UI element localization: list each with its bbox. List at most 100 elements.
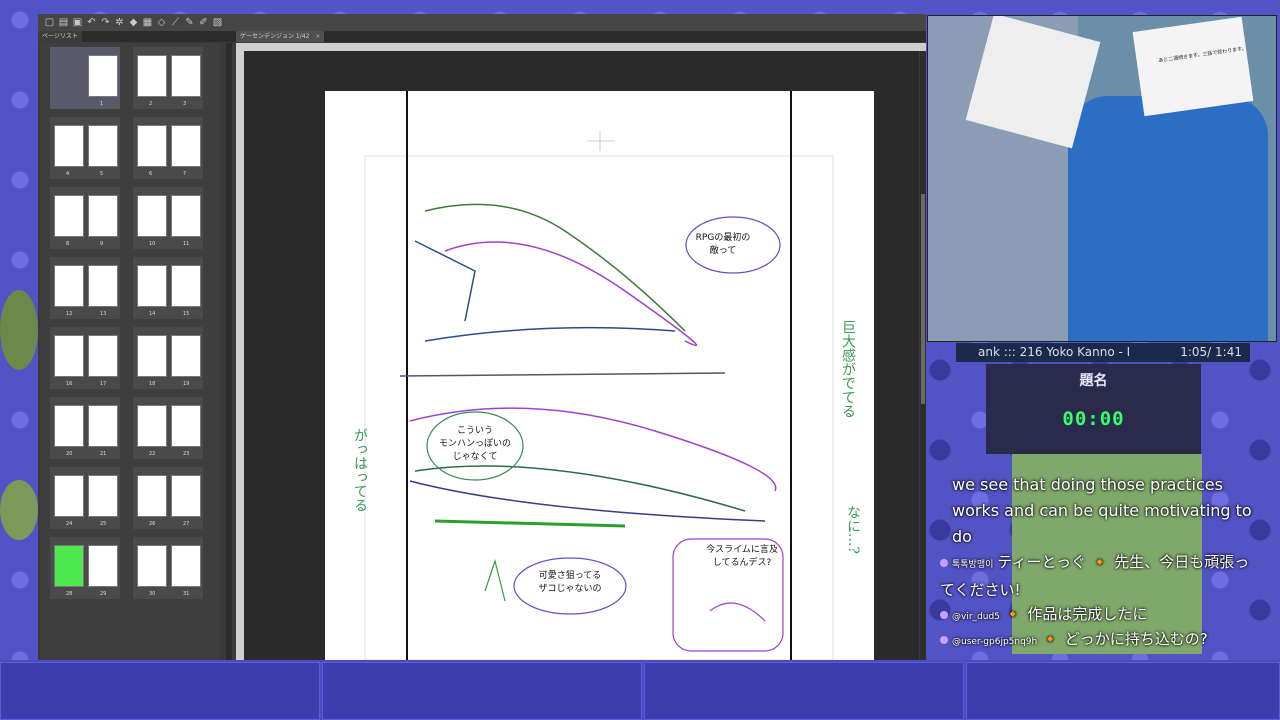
page-thumbnail[interactable] [88, 335, 118, 377]
tab-document[interactable]: ゲーセンデンジョン 1/42 × [236, 31, 325, 42]
timer-widget: 題名 00:00 [986, 364, 1201, 454]
tab-page-list[interactable]: ページリスト [38, 31, 82, 42]
page-thumbnail[interactable] [137, 195, 167, 237]
page-thumbnail[interactable] [88, 265, 118, 307]
page-thumbnail-pair[interactable]: 30 31 [133, 537, 203, 599]
page-thumbnail[interactable] [137, 475, 167, 517]
chat-username: @vir_dud5 [952, 612, 1000, 622]
page-number: 1 [100, 101, 104, 107]
stream-bottom-bar [0, 660, 1280, 720]
page-number: 15 [183, 311, 190, 317]
redo-icon[interactable]: ↷ [100, 17, 111, 28]
page-thumbnail[interactable] [88, 195, 118, 237]
page-thumbnail[interactable] [54, 545, 84, 587]
page-thumbnail-pair[interactable]: 16 17 [50, 327, 120, 389]
pen-icon[interactable]: ✎ [184, 17, 195, 28]
page-thumbnail-pair[interactable]: 45 [50, 117, 120, 179]
undo-icon[interactable]: ↶ [86, 17, 97, 28]
page-thumbnail[interactable] [54, 335, 84, 377]
tab-document-label: ゲーセンデンジョン 1/42 [240, 33, 310, 40]
avatar [940, 635, 948, 644]
webcam-person [1068, 96, 1268, 341]
page-thumbnail-pair[interactable]: 18 19 [133, 327, 203, 389]
close-tab-icon[interactable]: × [315, 33, 320, 40]
chat-message: @user-gp6jp5nq9h 🔸 どっかに持ち込むの? [940, 627, 1260, 655]
page-number: 27 [183, 521, 190, 527]
page-thumbnail[interactable] [54, 195, 84, 237]
page-thumbnail-pair[interactable]: 89 [50, 187, 120, 249]
page-thumbnail[interactable] [137, 125, 167, 167]
page-thumbnail[interactable] [171, 125, 201, 167]
select-icon[interactable]: ◇ [156, 17, 167, 28]
page-number: 21 [100, 451, 107, 457]
page-thumbnail[interactable] [88, 125, 118, 167]
webcam-held-paper [1132, 16, 1254, 117]
page-thumbnail-pair[interactable]: 10 11 [133, 187, 203, 249]
page-thumbnail-pair[interactable]: 28 29 [50, 537, 120, 599]
canvas-scrollbar-thumb[interactable] [921, 194, 925, 404]
page-thumbnail[interactable] [171, 335, 201, 377]
chat-text: 🔸 作品は完成したに [1003, 605, 1148, 623]
page-thumbnail[interactable] [171, 475, 201, 517]
page-list-scrollbar[interactable] [226, 43, 232, 660]
wolf-sketch-line [424, 326, 676, 342]
page-thumbnail[interactable] [171, 265, 201, 307]
page-thumbnail-pair[interactable]: 23 [133, 47, 203, 109]
chat-text: 🔸 どっかに持ち込むの? [1041, 630, 1208, 648]
page-list-panel: 1 2 3 4 5 6 7 8 9 10 11 12 13 14 15 16 17 18 19 20 21 22 23 24 2… [40, 43, 220, 660]
page-thumbnail[interactable] [171, 195, 201, 237]
page-thumbnail[interactable] [54, 475, 84, 517]
page-thumbnail-pair[interactable]: 26 27 [133, 467, 203, 529]
page-thumbnail[interactable] [54, 405, 84, 447]
now-playing-bar: ank ::: 216 Yoko Kanno - I 1:05/ 1:41 [956, 343, 1250, 362]
ruler-icon[interactable]: ⟋ [170, 17, 181, 28]
page-thumbnail-pair[interactable]: 22 23 [133, 397, 203, 459]
pen-alt-icon[interactable]: ✐ [198, 17, 209, 28]
avatar [940, 610, 948, 619]
page-thumbnail[interactable] [54, 125, 84, 167]
page-thumbnail-pair[interactable]: 1 [50, 47, 120, 109]
page-thumbnail-pair[interactable]: 20 21 [50, 397, 120, 459]
bottom-bar-panel [966, 662, 1280, 720]
settings-icon[interactable]: ✲ [114, 17, 125, 28]
panel-divider [399, 372, 726, 377]
save-icon[interactable]: ▣ [72, 17, 83, 28]
shape-icon[interactable]: ▧ [212, 17, 223, 28]
small-creature-sketch-line [484, 558, 506, 602]
page-thumbnail-pair[interactable]: 67 [133, 117, 203, 179]
page-thumbnail[interactable] [88, 475, 118, 517]
monster-sketch-line [414, 465, 746, 512]
page-thumbnail[interactable] [137, 265, 167, 307]
page-thumbnail[interactable] [137, 405, 167, 447]
page-thumbnail[interactable] [88, 405, 118, 447]
page-thumbnail-pair[interactable]: 12 13 [50, 257, 120, 319]
bubble-text-line: 今スライムに言及 [706, 545, 778, 555]
page-thumbnail[interactable] [137, 545, 167, 587]
page-thumbnail[interactable] [171, 55, 201, 97]
fill-icon[interactable]: ◆ [128, 17, 139, 28]
open-file-icon[interactable]: ▤ [58, 17, 69, 28]
page-thumbnail[interactable] [54, 265, 84, 307]
bottom-bar-panel [644, 662, 964, 720]
page-number: 25 [100, 521, 107, 527]
new-file-icon[interactable]: ▢ [44, 17, 55, 28]
page-thumbnail[interactable] [88, 545, 118, 587]
page-number: 20 [66, 451, 73, 457]
page-thumbnail[interactable] [137, 335, 167, 377]
bubble-text-line: してるんデス? [712, 558, 772, 568]
page-thumbnail-pair[interactable]: 24 25 [50, 467, 120, 529]
page-thumbnail[interactable] [137, 55, 167, 97]
chat-message: 톡톡방맹이 ティーとっぐ 🔸 先生、今日も頑張ってください! [940, 550, 1260, 603]
page-number: 9 [100, 241, 104, 247]
speech-bubble-2-text: こういう モンハンっぽいの じゃなくて [430, 425, 520, 464]
page-thumbnail[interactable] [171, 405, 201, 447]
page-number: 17 [100, 381, 107, 387]
page-number: 5 [100, 171, 104, 177]
transform-icon[interactable]: ▦ [142, 17, 153, 28]
grass-sketch-line [434, 519, 626, 528]
page-thumbnail-pair[interactable]: 14 15 [133, 257, 203, 319]
page-number: 8 [66, 241, 70, 247]
page-number: 18 [149, 381, 156, 387]
page-thumbnail[interactable] [88, 55, 118, 97]
page-thumbnail[interactable] [171, 545, 201, 587]
